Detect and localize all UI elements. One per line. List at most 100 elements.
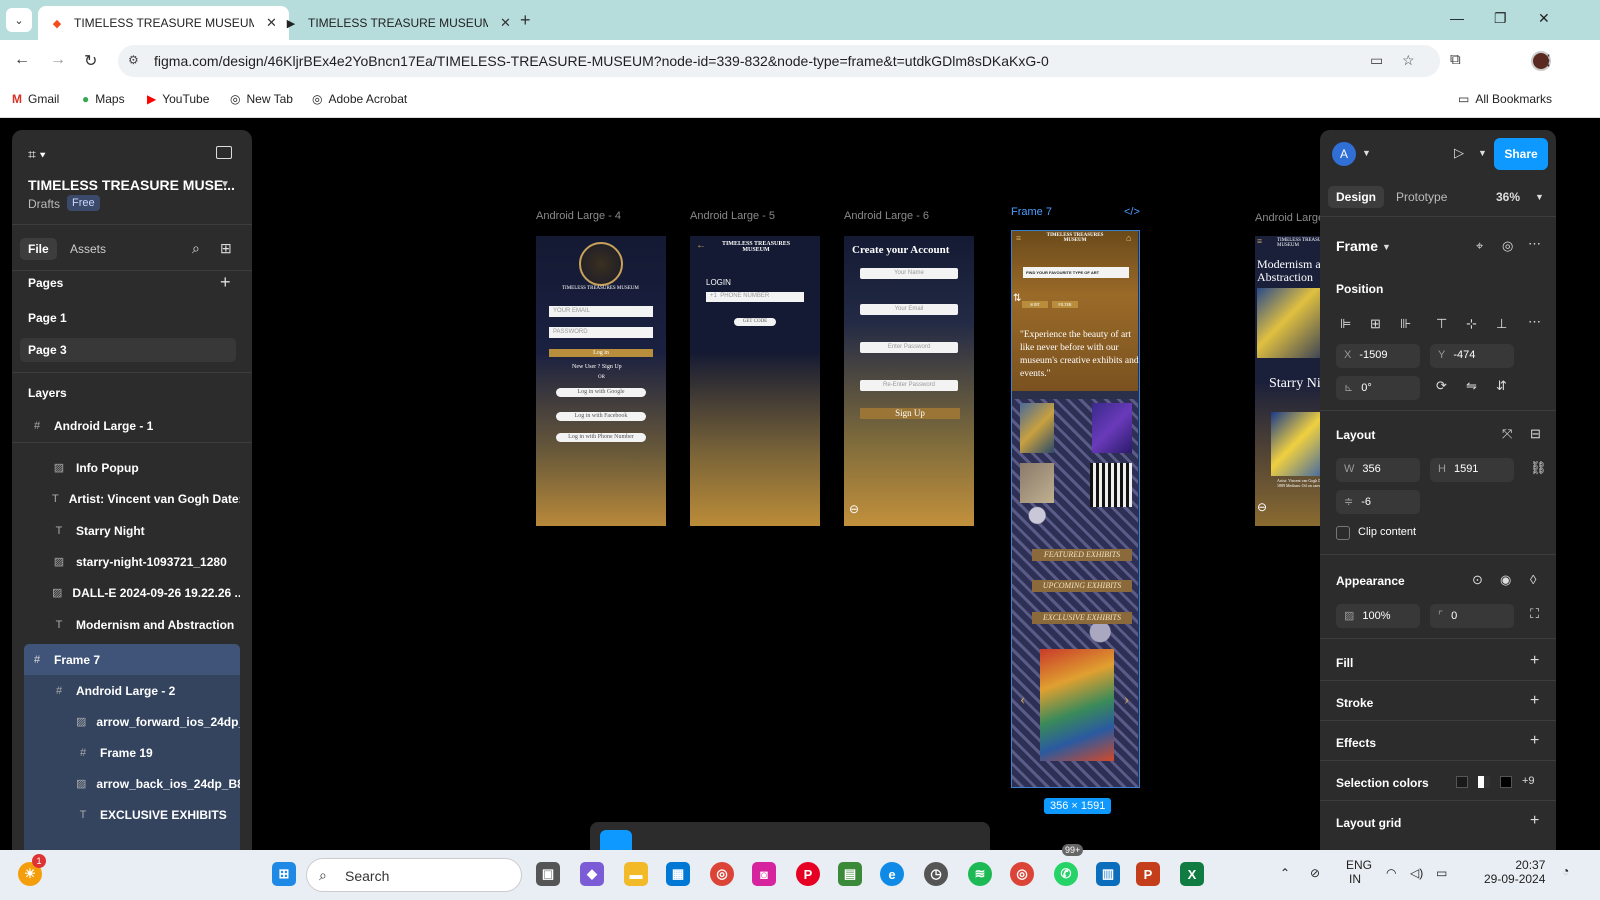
sort-button[interactable]: SORT [1022, 301, 1048, 308]
blend-mode-icon[interactable]: ⊙ [1472, 572, 1483, 588]
file-title[interactable]: TIMELESS TREASURE MUSE... [28, 177, 235, 193]
back-circle-icon[interactable]: ⊖ [1257, 500, 1267, 515]
chrome-active-icon[interactable]: ◎ [1010, 862, 1034, 886]
phone-field[interactable]: +1 PHONE NUMBER [706, 292, 804, 302]
window-close-icon[interactable]: ✕ [1538, 10, 1550, 27]
y-field[interactable]: Y -474 [1430, 344, 1514, 368]
sort-arrows-icon[interactable]: ⇅ [1013, 293, 1021, 304]
move-tool-icon[interactable] [600, 830, 632, 850]
hamburger-icon[interactable]: ≡ [1257, 236, 1262, 246]
opacity-field[interactable]: ▨ 100% [1336, 604, 1420, 628]
browser-tab-1[interactable]: ◆ TIMELESS TREASURE MUSEUM ✕ [38, 6, 289, 40]
zoom-level[interactable]: 36% [1496, 190, 1520, 204]
code-icon[interactable]: </> [1124, 206, 1140, 218]
task-view-icon[interactable]: ▣ [536, 862, 560, 886]
align-bottom-icon[interactable]: ⊥ [1496, 316, 1507, 332]
frame-android-large-4[interactable]: TIMELESS TREASURES MUSEUM YOUR EMAIL PAS… [536, 236, 666, 526]
arrow-back-icon[interactable]: ‹ [1020, 691, 1025, 709]
get-code-button[interactable]: GET CODE [734, 318, 776, 326]
clock-icon[interactable]: ◷ [924, 862, 948, 886]
page-item-3[interactable]: Page 3 [20, 338, 236, 362]
whatsapp-icon[interactable]: ✆ [1054, 862, 1078, 886]
add-effect-icon[interactable]: + [1530, 732, 1539, 750]
flip-vertical-icon[interactable]: ⇵ [1496, 378, 1507, 394]
volume-icon[interactable]: ◁) [1410, 866, 1423, 880]
toggle-sidebar-icon[interactable] [216, 146, 232, 159]
present-play-icon[interactable]: ▷ [1454, 145, 1464, 161]
back-arrow-icon[interactable]: ← [696, 240, 706, 251]
layer-info-popup[interactable]: ▨ Info Popup [24, 452, 240, 483]
add-stroke-icon[interactable]: + [1530, 692, 1539, 710]
main-menu-icon[interactable]: ⌗ ▾ [28, 146, 46, 163]
layer-artist-text[interactable]: T Artist: Vincent van Gogh Date:... [24, 483, 240, 514]
more-colors-count[interactable]: +9 [1522, 775, 1535, 787]
url-text[interactable]: figma.com/design/46KljrBEx4e2YoBncn17Ea/… [154, 53, 1049, 69]
component-icon[interactable]: ⌖ [1476, 238, 1483, 254]
color-swatch[interactable] [1456, 776, 1468, 788]
frame-label-android-4[interactable]: Android Large - 4 [536, 210, 621, 222]
extensions-icon[interactable]: ⧉ [1450, 51, 1461, 68]
frame-android-large-6[interactable]: Create your Account Your Name Your Email… [844, 236, 974, 526]
frame-android-large-1[interactable]: ≡ TIMELESS TREASURES MUSEUM Modernism an… [1255, 236, 1320, 526]
more-icon[interactable]: ⋯ [1528, 314, 1541, 330]
email-field[interactable]: YOUR EMAIL [549, 306, 653, 317]
align-left-icon[interactable]: ⊫ [1340, 316, 1351, 332]
artwork-thumbnail[interactable] [1090, 463, 1132, 507]
starry-night-thumbnail[interactable] [1271, 412, 1320, 476]
tab-assets[interactable]: Assets [62, 238, 114, 260]
bookmark-gmail[interactable]: M Gmail [12, 92, 59, 106]
layer-exclusive-exhibits[interactable]: T EXCLUSIVE EXHIBITS [24, 799, 240, 830]
featured-exhibits-banner[interactable]: FEATURED EXHIBITS [1032, 549, 1132, 561]
figma-canvas[interactable]: ⌗ ▾ TIMELESS TREASURE MUSE... ▼ Drafts F… [0, 118, 1600, 850]
color-swatch[interactable] [1478, 776, 1490, 788]
phone-login-button[interactable]: Log in with Phone Number [556, 433, 646, 442]
reload-icon[interactable]: ↻ [84, 51, 97, 71]
clip-content-checkbox[interactable] [1336, 526, 1350, 540]
minimize-icon[interactable]: — [1450, 10, 1464, 26]
password-field[interactable]: Enter Password [860, 342, 958, 353]
search-icon[interactable]: ⌕ [192, 240, 200, 257]
chevron-down-icon[interactable]: ▼ [1382, 242, 1391, 252]
password-field[interactable]: PASSWORD [549, 327, 653, 338]
color-swatch[interactable] [1500, 776, 1512, 788]
exclusive-exhibits-banner[interactable]: EXCLUSIVE EXHIBITS [1032, 612, 1132, 624]
align-top-icon[interactable]: ⊤ [1436, 316, 1447, 332]
align-middle-icon[interactable]: ⊹ [1466, 316, 1477, 332]
name-field[interactable]: Your Name [860, 268, 958, 279]
align-center-icon[interactable]: ⊞ [1370, 316, 1381, 332]
instagram-icon[interactable]: ◙ [752, 862, 776, 886]
upcoming-exhibits-banner[interactable]: UPCOMING EXHIBITS [1032, 580, 1132, 592]
gap-field[interactable]: ≑ -6 [1336, 490, 1420, 514]
frame-android-large-5[interactable]: ← TIMELESS TREASURES MUSEUM LOGIN +1 PHO… [690, 236, 820, 526]
height-field[interactable]: H 1591 [1430, 458, 1514, 482]
starry-night-image[interactable] [1257, 288, 1320, 358]
mask-icon[interactable]: ◎ [1502, 238, 1513, 254]
add-layout-grid-icon[interactable]: + [1530, 812, 1539, 830]
layer-frame-7[interactable]: # Frame 7 [24, 644, 240, 675]
copilot-icon[interactable]: ◆ [580, 862, 604, 886]
arrow-forward-icon[interactable]: › [1124, 691, 1129, 709]
radius-field[interactable]: ⌜ 0 [1430, 604, 1514, 628]
new-tab-icon[interactable]: + [520, 10, 531, 31]
layer-arrow-back[interactable]: ▨ arrow_back_ios_24dp_B8... [24, 768, 240, 799]
layer-more[interactable] [24, 830, 240, 850]
frame-label-android-6[interactable]: Android Large - 6 [844, 210, 929, 222]
filter-button[interactable]: FILTER [1052, 301, 1078, 308]
store-icon[interactable]: ▦ [666, 862, 690, 886]
tray-overflow-icon[interactable]: ⌃ [1280, 866, 1290, 880]
chevron-down-icon[interactable]: ▼ [1362, 148, 1371, 158]
chrome-icon[interactable]: ◎ [710, 862, 734, 886]
back-icon[interactable]: ← [14, 51, 30, 69]
bookmark-maps[interactable]: ● Maps [82, 92, 125, 106]
corners-icon[interactable]: ⛶ [1530, 606, 1539, 622]
facebook-login-button[interactable]: Log in with Facebook [556, 412, 646, 421]
frame-label-frame-7[interactable]: Frame 7 [1011, 206, 1052, 218]
bookmark-youtube[interactable]: ▶ YouTube [147, 92, 209, 106]
spotify-icon[interactable]: ≋ [968, 862, 992, 886]
rotation-field[interactable]: ⊾ 0° [1336, 376, 1420, 400]
figma-bottom-toolbar[interactable] [590, 822, 990, 850]
pinterest-icon[interactable]: P [796, 862, 820, 886]
all-bookmarks[interactable]: ▭ All Bookmarks [1458, 92, 1552, 106]
rotate-icon[interactable]: ⟳ [1436, 378, 1447, 394]
frame-label-android-5[interactable]: Android Large - 5 [690, 210, 775, 222]
